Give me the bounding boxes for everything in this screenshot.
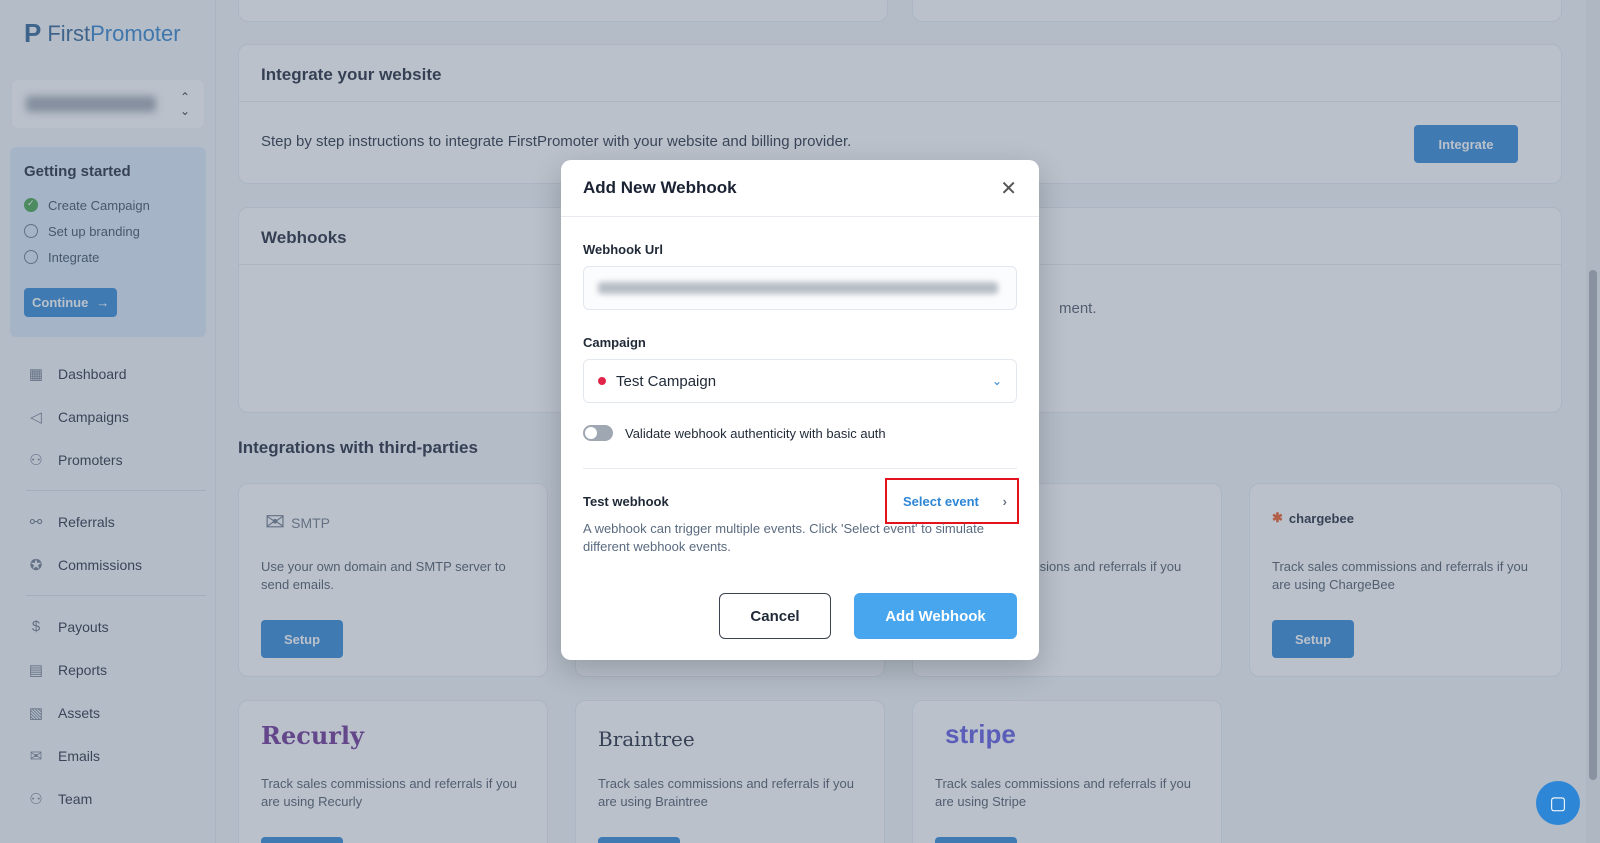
modal-title: Add New Webhook — [583, 178, 737, 197]
campaign-label: Campaign — [583, 335, 646, 350]
divider — [583, 468, 1017, 469]
basic-auth-toggle[interactable] — [583, 425, 613, 441]
webhook-url-redacted — [598, 282, 998, 294]
basic-auth-label: Validate webhook authenticity with basic… — [625, 425, 886, 441]
campaign-dot-icon — [598, 377, 606, 385]
modal-header: Add New Webhook ✕ — [561, 160, 1039, 217]
basic-auth-toggle-row: Validate webhook authenticity with basic… — [583, 425, 886, 441]
test-webhook-description: A webhook can trigger multiple events. C… — [583, 521, 984, 554]
webhook-url-label: Webhook Url — [583, 242, 663, 257]
add-webhook-modal: Add New Webhook ✕ Webhook Url Campaign T… — [561, 160, 1039, 660]
chevron-right-icon: › — [1002, 493, 1007, 509]
close-icon[interactable]: ✕ — [1000, 176, 1017, 201]
webhook-url-input[interactable] — [583, 266, 1017, 310]
campaign-selected-value: Test Campaign — [616, 372, 717, 390]
cancel-button[interactable]: Cancel — [719, 593, 831, 639]
chat-launcher-icon[interactable]: ▢ — [1536, 781, 1580, 825]
campaign-select[interactable]: Test Campaign ⌄ — [583, 359, 1017, 403]
add-webhook-button[interactable]: Add Webhook — [854, 593, 1017, 639]
chevron-down-icon: ⌄ — [991, 374, 1002, 388]
select-event-label: Select event — [903, 493, 979, 509]
select-event-button[interactable]: Select event › — [885, 478, 1019, 524]
test-webhook-label: Test webhook — [583, 494, 669, 509]
